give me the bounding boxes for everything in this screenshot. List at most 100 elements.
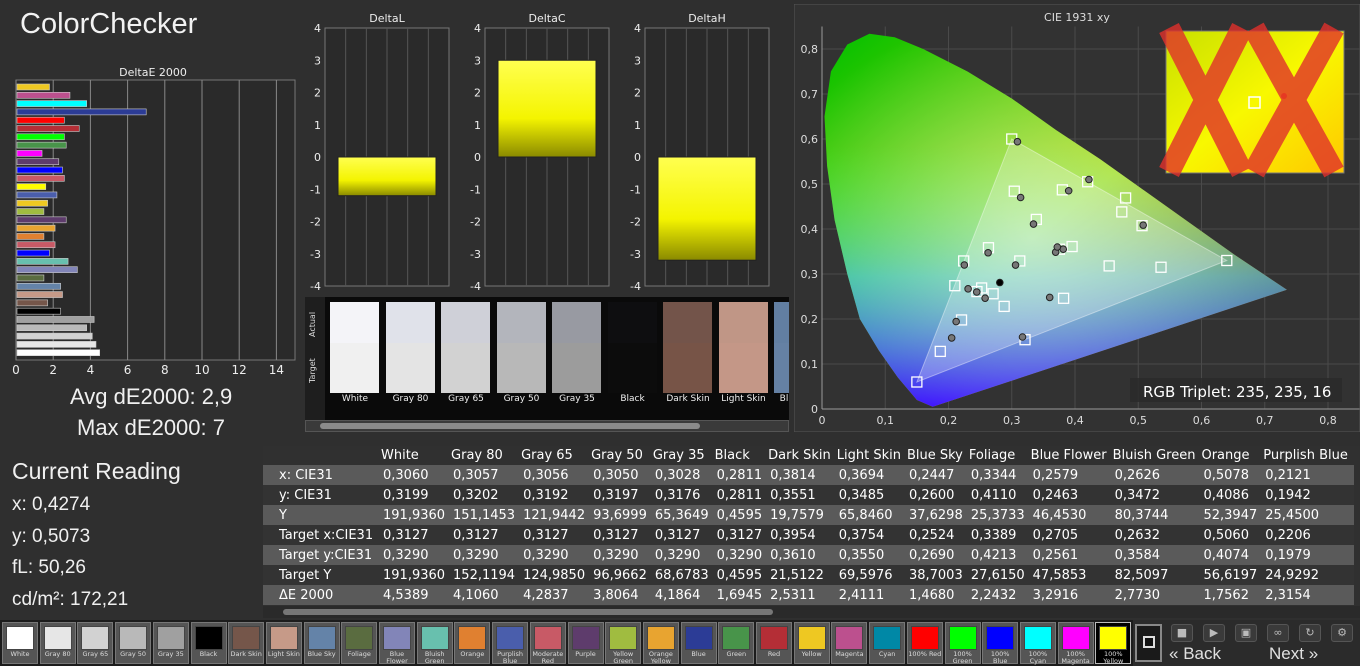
deltae-bar [16,116,65,124]
loop-icon[interactable]: ∞ [1267,624,1289,642]
cie-ytick-label: 0,8 [801,43,819,56]
patch-label: Gray 50 [120,650,147,658]
refresh-icon[interactable]: ↻ [1299,624,1321,642]
deltae-bar [16,125,80,132]
patch-chip-white[interactable]: White [2,622,38,664]
deltae-chart: DeltaE 2000 0 2 4 6 8 10 12 14 [12,66,296,377]
gamut-inset [1159,22,1345,178]
stop-icon[interactable]: ■ [1171,624,1193,642]
table-cell: 1,4680 [906,585,969,605]
patch-label: 100% Yellow [1103,650,1124,665]
back-button[interactable]: « Back [1169,644,1221,666]
patch-color [496,626,525,650]
patch-chip-gray-80[interactable]: Gray 80 [39,622,76,664]
deltae-bar [16,92,71,99]
table-cell: 46,4530 [1030,505,1113,525]
patch-chip-100-green[interactable]: 100% Green [944,622,981,665]
table-cell: 2,2432 [968,585,1031,605]
patch-chip-foliage[interactable]: Foliage [341,622,378,664]
patch-chip-green[interactable]: Green [718,622,755,664]
stop-button[interactable] [1135,624,1162,662]
patch-label: Blue Sky [307,650,336,658]
swatch-actual [718,302,768,343]
table-cell: 82,5097 [1112,565,1202,585]
patch-chip-bluish-green[interactable]: Bluish Green [416,622,453,665]
patch-chip-moderate-red[interactable]: Moderate Red [529,622,566,665]
patch-chip-purplish-blue[interactable]: Purplish Blue [492,622,529,665]
patch-chip-black[interactable]: Black [190,622,227,664]
table-row: Target x:CIE31 0,3127 0,3127 0,3127 0,3127 0,… [263,525,1354,545]
patch-chip-yellow-green[interactable]: Yellow Green [605,622,642,665]
patch-chip-cyan[interactable]: Cyan [869,622,906,664]
patch-chip-gray-50[interactable]: Gray 50 [115,622,152,664]
patch-chip-purple[interactable]: Purple [567,622,604,664]
patch-chip-blue-sky[interactable]: Blue Sky [303,622,340,664]
next-arrow-icon: » [1308,644,1319,663]
patch-chip-blue[interactable]: Blue [680,622,717,664]
table-cell: 37,6298 [906,505,969,525]
patch-chip-light-skin[interactable]: Light Skin [265,622,302,664]
table-scroll-thumb[interactable] [283,609,773,615]
patch-chip-red[interactable]: Red [756,622,792,664]
swatch-actual [663,302,712,343]
table-cell: 0,2561 [1030,545,1113,565]
table-cell: 0,3057 [451,465,522,485]
patch-label: Yellow Green [613,650,634,665]
play-icon[interactable]: ▶ [1203,624,1225,642]
strip-scrollbar[interactable] [305,420,789,432]
swatch-actual [496,302,546,343]
table-cell: 191,9360 [381,505,452,525]
row-label: Target x:CIE31 [263,525,381,545]
delta-tick-label: -4 [630,280,641,293]
patch-chip-100-yellow[interactable]: 100% Yellow [1095,622,1132,665]
table-cell: 0,3127 [381,525,452,545]
patch-color [760,626,788,650]
patch-label: 100% Cyan [1028,650,1048,665]
patch-chip-yellow[interactable]: Yellow [793,622,830,664]
delta-tick-label: -3 [630,248,641,261]
table-cell: 25,4500 [1263,505,1354,525]
patch-chip-gray-65[interactable]: Gray 65 [77,622,114,664]
patch-chip-blue-flower[interactable]: Blue Flower [379,622,415,665]
patch-label: Orange Yellow [648,650,673,665]
patch-color [722,626,751,650]
patch-chip-100-blue[interactable]: 100% Blue [982,622,1019,665]
patch-label: Green [726,650,747,658]
patch-color [873,626,902,650]
patch-chip-orange-yellow[interactable]: Orange Yellow [642,622,679,665]
table-cell: 191,9360 [381,565,452,585]
table-cell: 93,6999 [591,505,653,525]
table-scrollbar[interactable] [263,606,1360,618]
swatch-target [330,342,379,393]
table-cell: 0,2705 [1030,525,1113,545]
patch-chip-magenta[interactable]: Magenta [831,622,868,664]
patch-chip-100-cyan[interactable]: 100% Cyan [1019,622,1056,665]
save-icon[interactable]: ▣ [1235,624,1257,642]
deltae-bar [16,307,61,315]
strip-scroll-thumb[interactable] [320,423,700,429]
patch-chip-dark-skin[interactable]: Dark Skin [228,622,265,664]
table-cell: 0,3127 [521,525,592,545]
swatch-target [774,342,789,393]
table-cell: 0,2811 [714,465,769,485]
next-button[interactable]: Next » [1269,644,1318,666]
patch-color [345,626,374,650]
table-cell: 3,2916 [1030,585,1113,605]
deltae-bar [16,150,43,157]
settings-icon[interactable]: ⚙ [1331,624,1353,642]
patch-color [948,626,977,650]
table-row: x: CIE31 0,3060 0,3057 0,3056 0,3050 0,3028 0,… [263,465,1354,485]
row-label: Y [263,505,381,525]
patch-chip-100-red[interactable]: 100% Red [906,622,943,664]
patch-chip-100-magenta[interactable]: 100% Magenta [1057,622,1094,665]
deltae-bar [16,341,97,348]
patch-label: 100% Green [952,650,973,665]
delta-bar [657,156,757,261]
deltae-tick-label: 0 [12,363,20,377]
swatch-label: Light Skin [721,394,766,404]
patch-chip-orange[interactable]: Orange [454,622,491,664]
patch-chip-gray-35[interactable]: Gray 35 [152,622,189,664]
table-cell: 0,2447 [906,465,969,485]
column-header: White [381,446,452,465]
cie-xtick-label: 0,5 [1130,414,1148,427]
